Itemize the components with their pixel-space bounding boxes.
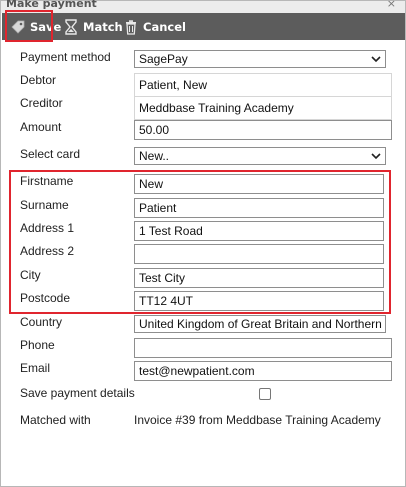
dialog-titlebar: Make payment × <box>1 0 405 13</box>
phone-row: Phone <box>1 338 405 358</box>
creditor-label: Creditor <box>20 96 63 110</box>
amount-row: Amount 50.00 <box>1 120 405 140</box>
country-label: Country <box>20 315 63 329</box>
phone-input[interactable] <box>134 338 392 358</box>
email-input[interactable]: test@newpatient.com <box>134 361 392 381</box>
match-button[interactable]: Match <box>63 18 123 36</box>
creditor-row: Creditor Meddbase Training Academy <box>1 96 405 120</box>
email-row: Email test@newpatient.com <box>1 361 405 381</box>
dialog-title: Make payment <box>6 0 97 10</box>
chevron-down-icon <box>371 56 381 63</box>
matched-with-value: Invoice #39 from Meddbase Training Acade… <box>134 413 381 427</box>
save-payment-details-checkbox[interactable] <box>259 388 271 400</box>
country-row: Country United Kingdom of Great Britain … <box>1 315 405 335</box>
debtor-row: Debtor Patient, New <box>1 73 405 97</box>
cancel-label: Cancel <box>143 20 186 34</box>
payment-method-row: Payment method SagePay <box>1 50 405 70</box>
close-icon[interactable]: × <box>387 0 396 10</box>
matched-with-label: Matched with <box>20 413 91 427</box>
match-label: Match <box>83 20 123 34</box>
toolbar: Save Match Cancel <box>2 13 405 40</box>
amount-input[interactable]: 50.00 <box>134 120 392 140</box>
select-card-value: New.. <box>139 149 170 163</box>
save-payment-details-row: Save payment details <box>1 386 405 406</box>
country-select[interactable]: United Kingdom of Great Britain and Nort… <box>134 315 386 333</box>
matched-with-row: Matched with Invoice #39 from Meddbase T… <box>1 413 405 433</box>
make-payment-dialog: Make payment × Save Match Cancel Payment… <box>0 0 406 487</box>
debtor-value: Patient, New <box>134 73 392 97</box>
amount-label: Amount <box>20 120 62 134</box>
save-payment-details-label: Save payment details <box>20 386 135 400</box>
phone-label: Phone <box>20 338 55 352</box>
payment-method-value: SagePay <box>139 52 188 66</box>
select-card-row: Select card New.. <box>1 147 405 167</box>
chevron-down-icon <box>371 153 381 160</box>
debtor-label: Debtor <box>20 73 57 87</box>
address-highlight-box <box>9 170 391 314</box>
country-value: United Kingdom of Great Britain and Nort… <box>139 317 386 331</box>
trash-icon <box>126 20 136 35</box>
select-card-select[interactable]: New.. <box>134 147 386 165</box>
hourglass-icon <box>65 19 77 35</box>
email-label: Email <box>20 361 51 375</box>
creditor-value: Meddbase Training Academy <box>134 96 392 120</box>
select-card-label: Select card <box>20 147 81 161</box>
cancel-button[interactable]: Cancel <box>123 18 186 36</box>
payment-method-label: Payment method <box>20 50 111 64</box>
save-highlight-box <box>5 10 53 42</box>
payment-method-select[interactable]: SagePay <box>134 50 386 68</box>
